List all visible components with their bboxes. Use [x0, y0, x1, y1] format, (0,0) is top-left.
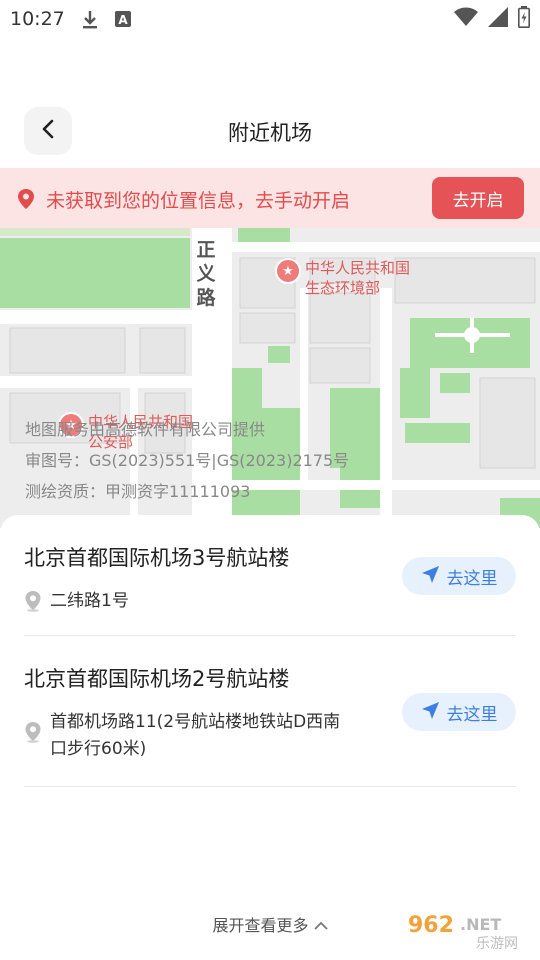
signal-icon [488, 7, 508, 31]
page-title: 附近机场 [228, 121, 312, 145]
location-marker-icon [24, 590, 42, 616]
svg-text:A: A [118, 13, 128, 27]
star-icon: ★ [275, 258, 301, 284]
divider [24, 635, 516, 636]
navigate-label: 去这里 [446, 568, 498, 589]
chevron-up-icon [313, 916, 328, 935]
location-pin-icon [16, 188, 36, 214]
download-icon [81, 9, 99, 29]
navigate-button[interactable]: 去这里 [402, 557, 516, 595]
airport-address: 二纬路1号 [50, 591, 129, 611]
status-time: 10:27 [10, 8, 65, 30]
list-item[interactable]: 北京首都国际机场3号航站楼 二纬路1号 去这里 [24, 542, 516, 616]
map-poi-ministry-ecology[interactable]: ★ 中华人民共和国 生态环境部 [275, 258, 410, 298]
divider [24, 786, 516, 787]
svg-text:.NET: .NET [460, 915, 501, 934]
location-permission-banner: 未获取到您的位置信息，去手动开启 去开启 [0, 168, 540, 228]
map-credit-survey: 测绘资质：甲测资字11111093 [25, 482, 251, 501]
map-road-label: 正义路 [196, 239, 216, 309]
status-bar: 10:27 A [0, 0, 540, 38]
expand-more-label: 展开查看更多 [212, 916, 309, 935]
navigate-label: 去这里 [446, 704, 498, 725]
battery-icon [518, 6, 530, 32]
airport-name: 北京首都国际机场2号航站楼 [24, 667, 290, 691]
airport-list-sheet: 北京首都国际机场3号航站楼 二纬路1号 去这里 北京首都国际机场2号航站楼 首都… [0, 515, 540, 960]
location-message: 未获取到您的位置信息，去手动开启 [46, 190, 351, 212]
poi-label-line2: 生态环境部 [305, 279, 381, 297]
navigation-arrow-icon [421, 564, 441, 589]
navigate-button[interactable]: 去这里 [402, 693, 516, 731]
airport-address: 首都机场路11(2号航站楼地铁站D西南口步行60米) [50, 712, 341, 759]
watermark-logo: 962 .NET 乐游网 [402, 908, 532, 954]
wifi-icon [454, 7, 478, 31]
location-marker-icon [24, 721, 42, 747]
poi-label-line1: 中华人民共和国 [305, 259, 411, 277]
poi-label: 中华人民共和国 生态环境部 [305, 258, 410, 298]
header: 附近机场 [0, 105, 540, 157]
svg-text:乐游网: 乐游网 [476, 936, 518, 952]
map-view[interactable]: 正义路 ★ 中华人民共和国 生态环境部 ★ 中华人民共和国 公安部 地图服务由高… [0, 228, 540, 528]
svg-text:962: 962 [408, 913, 454, 938]
map-credit-approval: 审图号：GS(2023)551号|GS(2023)2175号 [25, 451, 350, 470]
navigation-arrow-icon [421, 700, 441, 725]
enable-location-button[interactable]: 去开启 [432, 177, 524, 219]
a-notification-icon: A [114, 11, 131, 27]
map-credit-provider: 地图服务由高德软件有限公司提供 [25, 420, 266, 439]
list-item[interactable]: 北京首都国际机场2号航站楼 首都机场路11(2号航站楼地铁站D西南口步行60米)… [24, 663, 516, 763]
